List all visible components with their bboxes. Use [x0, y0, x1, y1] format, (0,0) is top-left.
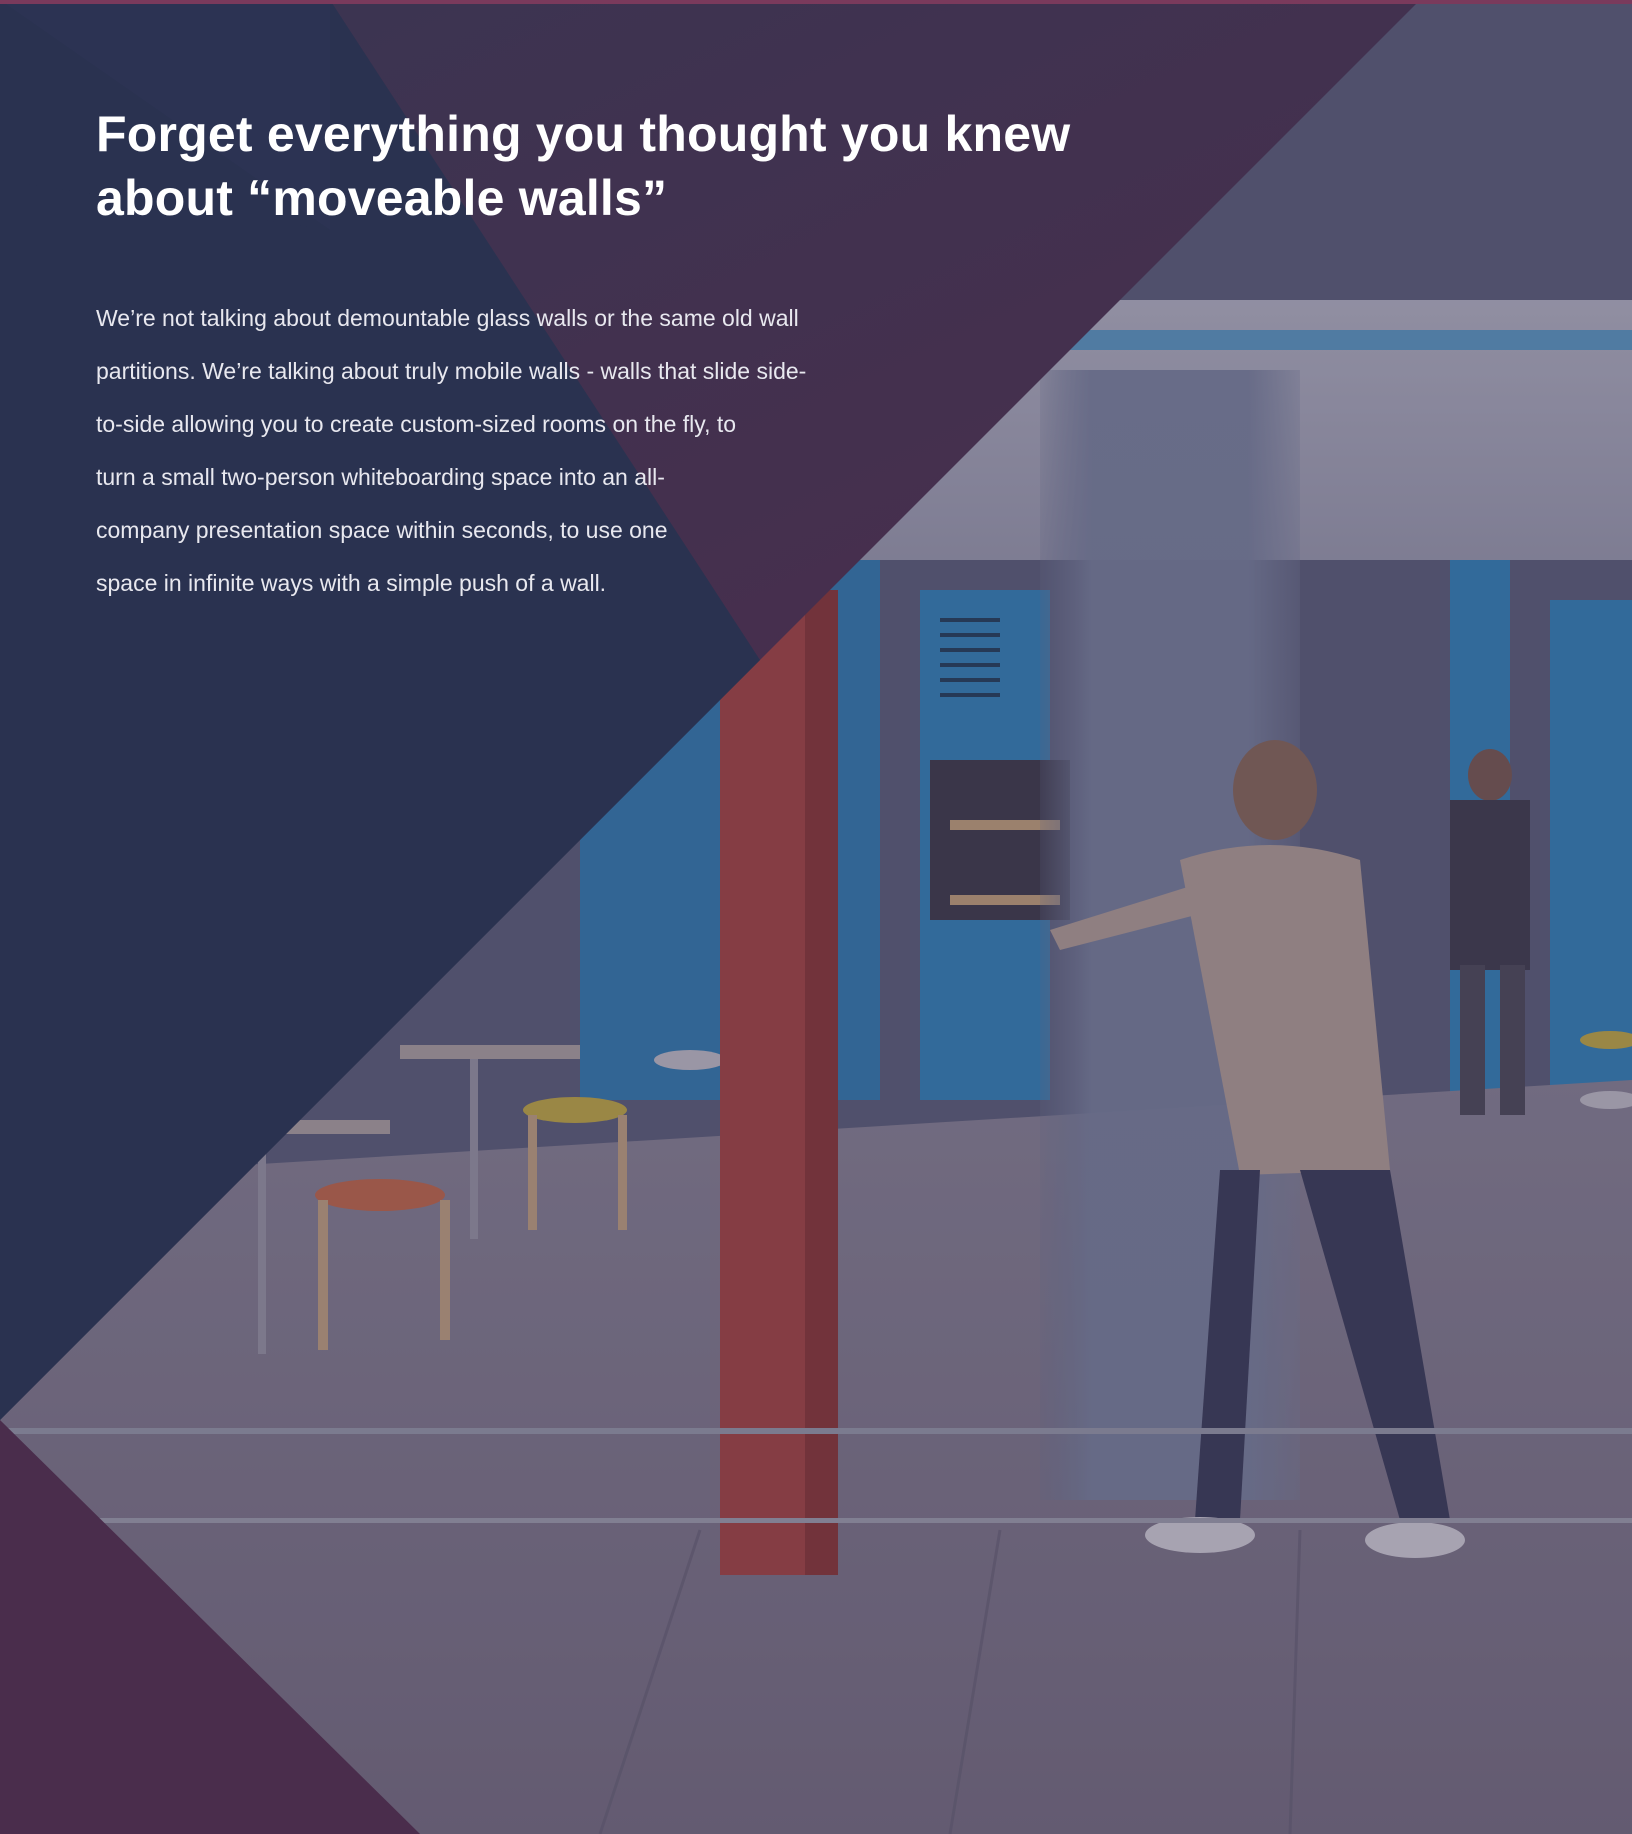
- top-accent-bar: [0, 0, 1632, 4]
- paragraph-line: We’re not talking about demountable glas…: [96, 305, 799, 331]
- paragraph-line: company presentation space within second…: [96, 517, 668, 543]
- paragraph-line: to-side allowing you to create custom-si…: [96, 411, 737, 437]
- intro-paragraph: We’re not talking about demountable glas…: [96, 292, 936, 610]
- page-title: Forget everything you thought you knew a…: [96, 102, 1196, 230]
- title-line-2: about “moveable walls”: [96, 170, 668, 226]
- hero-section: Forget everything you thought you knew a…: [0, 0, 1632, 1834]
- title-line-1: Forget everything you thought you knew: [96, 106, 1071, 162]
- paragraph-line: partitions. We’re talking about truly mo…: [96, 358, 807, 384]
- hero-copy: Forget everything you thought you knew a…: [96, 102, 1196, 610]
- paragraph-line: space in infinite ways with a simple pus…: [96, 570, 607, 596]
- paragraph-line: turn a small two-person whiteboarding sp…: [96, 464, 665, 490]
